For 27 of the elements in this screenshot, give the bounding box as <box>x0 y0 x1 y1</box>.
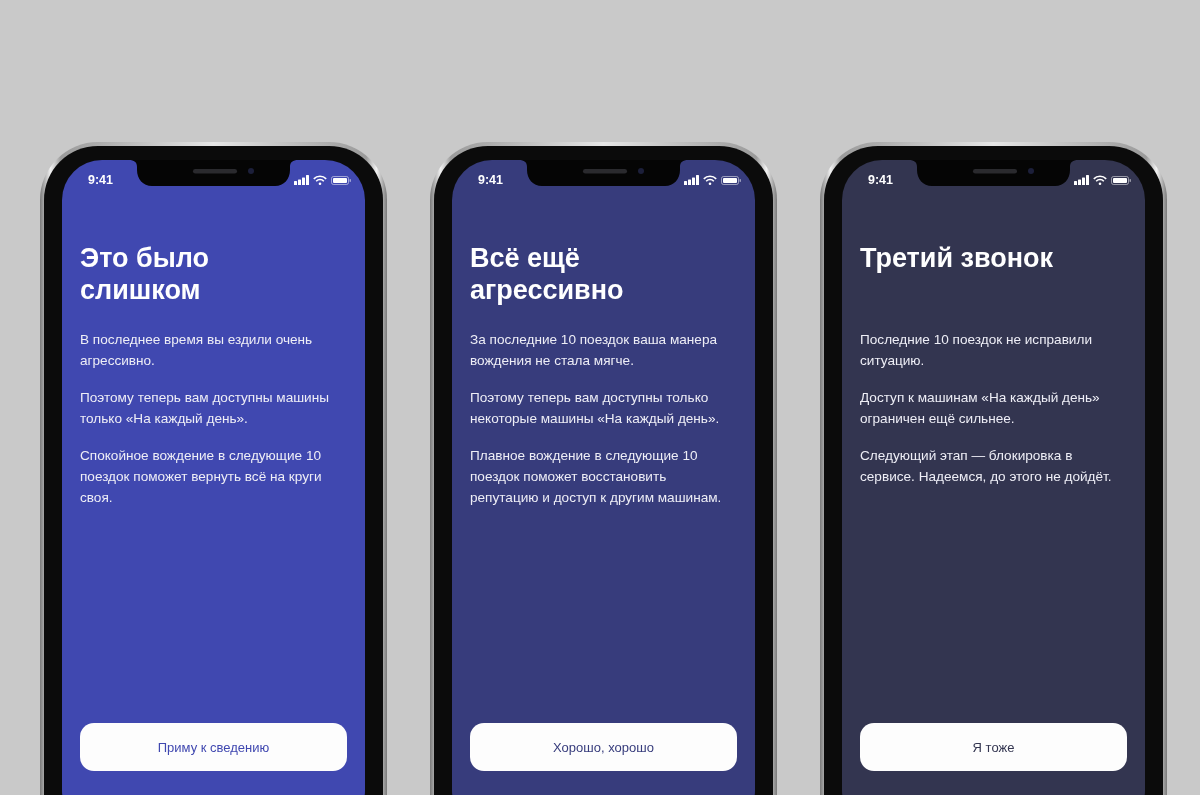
signal-icon <box>1074 175 1089 185</box>
wifi-icon <box>1093 175 1107 185</box>
battery-icon <box>331 175 351 185</box>
wifi-icon <box>703 175 717 185</box>
body-text: Поэтому теперь вам доступны только некоторые машины «На каждый день». <box>470 389 721 428</box>
body-text: За последние 10 поездок ваша манера вождения не стала мягче. <box>470 331 719 370</box>
body-text: Спокойное вождение в следующие 10 поездок поможет вернуть всё на круги своя. <box>80 447 323 507</box>
body-text: Плавное вождение в следующие 10 поездок поможет восстановить репутацию и доступ к другим машинам. <box>470 447 723 507</box>
screen-title: Третий звонок <box>860 242 1054 275</box>
status-time: 9:41 <box>478 173 504 187</box>
screen-title: Это было слишком <box>80 242 211 306</box>
body-text: Доступ к машинам «На каждый день» ограничен ещё сильнее. <box>860 389 1101 428</box>
acknowledge-button[interactable]: Хорошо, хорошо <box>470 723 737 771</box>
battery-icon <box>721 175 741 185</box>
status-time: 9:41 <box>868 173 894 187</box>
screen-title: Всё ещё агрессивно <box>470 242 625 306</box>
signal-icon <box>684 175 699 185</box>
acknowledge-button[interactable]: Приму к сведению <box>80 723 347 771</box>
acknowledge-button[interactable]: Я тоже <box>860 723 1127 771</box>
body-text: Следующий этап — блокировка в сервисе. Надеемся, до этого не дойдёт. <box>860 447 1113 486</box>
signal-icon <box>294 175 309 185</box>
battery-icon <box>1111 175 1131 185</box>
status-time: 9:41 <box>88 173 114 187</box>
body-text: В последнее время вы ездили очень агрессивно. <box>80 331 314 370</box>
body-text: Последние 10 поездок не исправили ситуацию. <box>860 331 1093 370</box>
body-text: Поэтому теперь вам доступны машины только «На каждый день». <box>80 389 330 428</box>
wifi-icon <box>313 175 327 185</box>
